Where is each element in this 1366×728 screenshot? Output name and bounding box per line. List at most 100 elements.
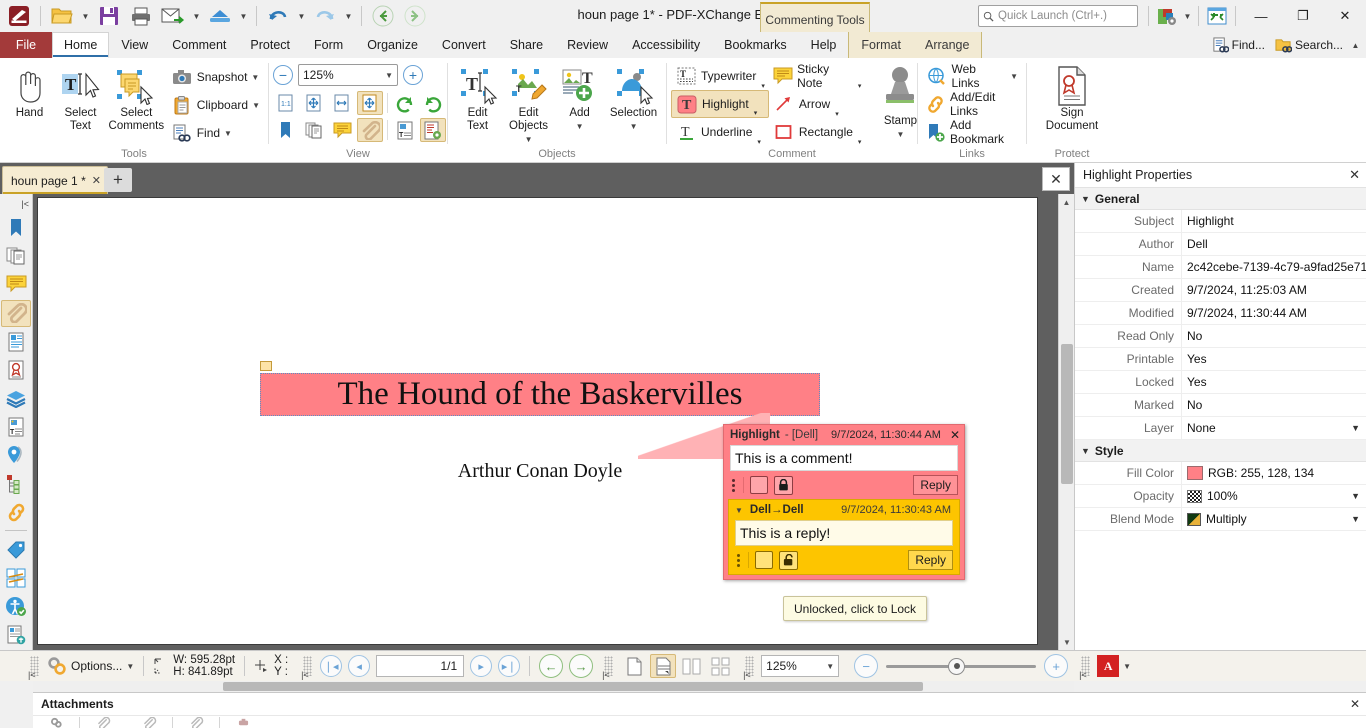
print-icon[interactable] [126, 2, 156, 30]
tab-comment[interactable]: Comment [160, 32, 238, 58]
zoom-level-select[interactable]: 125% ▼ [298, 64, 398, 86]
tab-organize[interactable]: Organize [355, 32, 430, 58]
scan-icon[interactable] [205, 2, 235, 30]
find-ribbon-button[interactable]: Find ▼ [167, 119, 264, 147]
tab-form[interactable]: Form [302, 32, 355, 58]
property-value[interactable]: Multiply ▼ [1181, 508, 1366, 530]
attachments-options-icon[interactable] [33, 716, 79, 728]
sign-document-button[interactable]: Sign Document [1035, 61, 1109, 133]
zoom-in-button[interactable]: + [403, 65, 423, 85]
zoom-slider-knob[interactable] [948, 657, 966, 675]
tab-format[interactable]: Format [849, 32, 913, 58]
next-page-button[interactable]: ▸ [470, 655, 493, 677]
open-attachment-icon[interactable] [126, 716, 172, 728]
horizontal-scrollbar-thumb[interactable] [223, 682, 923, 691]
property-value[interactable]: No [1181, 394, 1366, 416]
stamp-button[interactable]: Stamp ▼ [879, 61, 921, 141]
continuous-layout-icon[interactable] [650, 654, 677, 678]
highlight-button[interactable]: T Highlight ▾ [671, 90, 769, 118]
sidebar-item-thumbnails[interactable] [1, 243, 31, 269]
fill-color-swatch[interactable] [1187, 466, 1203, 480]
arrow-button[interactable]: Arrow ▾ [769, 90, 866, 118]
close-document-button[interactable]: ✕ [1042, 167, 1070, 191]
chevron-down-icon[interactable]: ▼ [1351, 514, 1360, 524]
comment-options-icon[interactable] [730, 478, 737, 492]
fit-page-icon[interactable] [301, 91, 327, 115]
forward-icon[interactable] [400, 2, 430, 30]
property-value[interactable]: Highlight [1181, 210, 1366, 232]
tab-home[interactable]: Home [52, 32, 110, 58]
sidebar-item-tags[interactable] [1, 622, 31, 648]
tab-view[interactable]: View [109, 32, 160, 58]
tab-bookmarks[interactable]: Bookmarks [712, 32, 799, 58]
chevron-down-icon[interactable]: ▼ [224, 129, 232, 138]
sidebar-item-signatures[interactable] [1, 357, 31, 383]
restore-button[interactable]: ❐ [1282, 1, 1324, 31]
tab-help[interactable]: Help [799, 32, 849, 58]
two-page-layout-icon[interactable] [679, 654, 705, 678]
collapse-ribbon-icon[interactable]: ▲ [1349, 31, 1362, 59]
scroll-down-arrow-icon[interactable]: ▼ [1059, 634, 1075, 650]
redo-dropdown-arrow-icon[interactable]: ▼ [342, 2, 355, 30]
sidebar-item-attachments[interactable] [1, 299, 31, 327]
property-value[interactable]: Dell [1181, 233, 1366, 255]
sidebar-item-structure[interactable] [1, 471, 31, 497]
comments-panel-icon[interactable] [329, 118, 355, 142]
vertical-scrollbar[interactable]: ▲ ▼ [1058, 194, 1075, 650]
close-icon[interactable]: ✕ [92, 174, 101, 187]
sidebar-item-stamps-palette[interactable] [1, 565, 31, 591]
sidebar-item-content[interactable]: T [1, 414, 31, 440]
chevron-down-icon[interactable]: ▾ [761, 82, 765, 90]
rotate-left-icon[interactable] [392, 91, 418, 115]
single-page-layout-icon[interactable] [621, 654, 647, 678]
tab-arrange[interactable]: Arrange [913, 32, 981, 58]
web-links-button[interactable]: Web Links ▼ [922, 62, 1022, 90]
email-dropdown-arrow-icon[interactable]: ▼ [190, 2, 203, 30]
save-attachment-icon[interactable] [173, 716, 219, 728]
email-icon[interactable] [158, 2, 188, 30]
status-bar-grip-5[interactable] [1079, 656, 1091, 680]
chevron-down-icon[interactable]: ▼ [1123, 662, 1131, 671]
chevron-down-icon[interactable]: ▼ [826, 662, 834, 671]
save-icon[interactable] [94, 2, 124, 30]
property-value[interactable]: 9/7/2024, 11:30:44 AM [1181, 302, 1366, 324]
zoom-slider[interactable] [886, 655, 1037, 677]
search-button[interactable]: Search... [1271, 37, 1347, 54]
underline-button[interactable]: T Underline ▾ [671, 118, 769, 146]
add-edit-links-button[interactable]: Add/Edit Links [922, 90, 1022, 118]
actual-size-icon[interactable]: 1:1 [273, 91, 299, 115]
sidebar-item-destinations[interactable] [1, 442, 31, 468]
fit-visible-icon[interactable] [357, 91, 383, 115]
chevron-down-icon[interactable]: ▼ [630, 120, 638, 133]
select-text-button[interactable]: T Select Text [55, 61, 106, 133]
vertical-scrollbar-thumb[interactable] [1061, 344, 1073, 484]
close-button[interactable]: ✕ [1324, 1, 1366, 31]
add-attachment-icon[interactable] [80, 716, 126, 728]
reply-reply-button[interactable]: Reply [908, 550, 953, 570]
minimize-button[interactable]: — [1240, 1, 1282, 31]
status-zoom-out-button[interactable]: − [854, 654, 879, 678]
grid-layout-icon[interactable] [708, 654, 734, 678]
bookmarks-panel-icon[interactable] [273, 118, 299, 142]
chevron-down-icon[interactable]: ▼ [1081, 446, 1090, 456]
close-icon[interactable]: ✕ [1349, 167, 1360, 183]
chevron-down-icon[interactable]: ▾ [835, 110, 839, 118]
tab-convert[interactable]: Convert [430, 32, 498, 58]
property-value[interactable]: Yes [1181, 348, 1366, 370]
edit-objects-button[interactable]: T Edit Objects ▼ [503, 61, 554, 146]
chevron-down-icon[interactable]: ▼ [1351, 423, 1360, 433]
new-tab-button[interactable]: + [104, 168, 132, 192]
go-back-button[interactable]: ← [539, 654, 564, 678]
delete-attachment-icon[interactable] [220, 716, 266, 728]
attachments-panel-icon[interactable] [357, 118, 383, 142]
sidebar-item-fields[interactable] [1, 329, 31, 355]
chevron-down-icon[interactable]: ▼ [1010, 72, 1018, 81]
comment-marker-icon[interactable] [260, 361, 272, 371]
clipboard-button[interactable]: Clipboard ▼ [167, 91, 264, 119]
property-value[interactable]: RGB: 255, 128, 134 [1181, 462, 1366, 484]
tab-protect[interactable]: Protect [238, 32, 302, 58]
chevron-down-icon[interactable]: ▾ [757, 138, 761, 146]
customize-toolbar-icon[interactable] [1153, 3, 1181, 29]
open-dropdown-arrow-icon[interactable]: ▼ [79, 2, 92, 30]
status-bar-grip-4[interactable] [743, 656, 755, 680]
